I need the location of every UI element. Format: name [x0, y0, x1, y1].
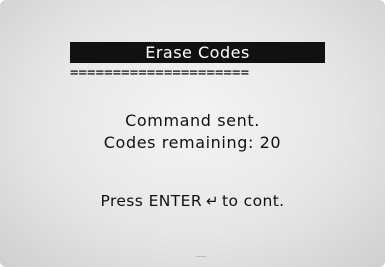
status-message: Command sent.	[125, 111, 260, 130]
prompt-text-before: Press ENTER	[100, 192, 203, 210]
bottom-indicator	[196, 256, 206, 257]
screen-title: Erase Codes	[70, 42, 325, 63]
scan-tool-screen: Erase Codes ===================== Comman…	[0, 0, 385, 267]
continue-prompt: Press ENTER ↵ to cont.	[0, 191, 385, 211]
prompt-text-after: to cont.	[221, 192, 285, 210]
title-separator: =====================	[70, 65, 250, 81]
enter-key-icon: ↵	[206, 192, 219, 210]
codes-remaining-message: Codes remaining: 20	[103, 133, 282, 152]
